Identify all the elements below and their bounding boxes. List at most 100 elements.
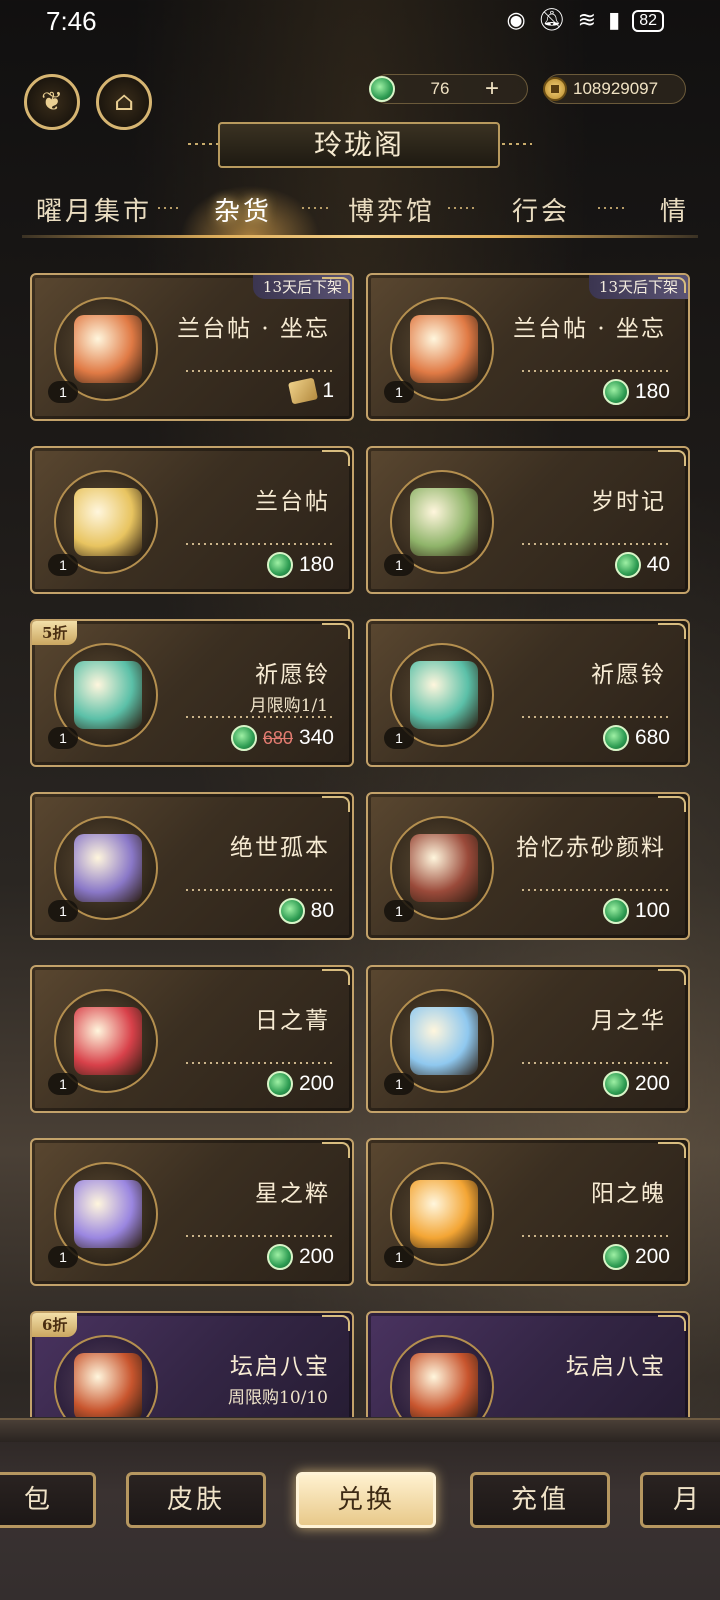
item-image [410,488,478,556]
mute-bell-icon: 🔕︎ [537,8,566,33]
bottom-tab-recharge[interactable]: 充值 [470,1472,610,1528]
item-price: 1 [288,377,334,405]
item-quantity: 1 [48,1246,78,1268]
title-ornament-right [502,143,532,145]
shop-item-card[interactable]: 1 祈愿铃 680 [366,619,690,767]
pavilion-button[interactable]: ⌂ [96,74,152,130]
shop-item-card[interactable]: 1 月之华 200 [366,965,690,1113]
shop-item-card[interactable]: 1 拾忆赤砂颜料 100 [366,792,690,940]
bottom-tab-skins[interactable]: 皮肤 [126,1472,266,1528]
shop-item-card[interactable]: 1 兰台帖 · 坐忘 13天后下架 180 [366,273,690,421]
item-image [74,315,142,383]
item-quantity: 1 [48,900,78,922]
bottom-nav: 包 皮肤 兑换 充值 月 [0,1418,720,1600]
item-image [410,661,478,729]
item-price: 680 340 [230,725,334,751]
item-quantity: 1 [384,727,414,749]
leaf-icon: ❦ [41,87,63,117]
item-price: 180 [602,379,670,405]
tab-game-hall[interactable]: 博弈馆 [348,191,435,228]
price-value: 100 [634,899,670,922]
tab-separator [598,207,626,209]
item-image [410,1007,478,1075]
price-divider [186,370,336,372]
original-price: 680 [262,727,293,748]
tab-separator [302,207,328,209]
item-price: 40 [614,552,670,578]
status-time: 7:46 [46,6,97,36]
jade-icon [369,76,395,102]
jade-icon [230,725,257,751]
item-image [74,488,142,556]
jade-icon [602,1244,629,1270]
shop-item-card[interactable]: 1坛启八宝 [366,1311,690,1417]
shop-item-card[interactable]: 1 兰台帖 · 坐忘 13天后下架 1 [30,273,354,421]
item-name: 坛启八宝 [230,1354,330,1380]
item-price: 100 [602,898,670,924]
shop-item-card[interactable]: 1 阳之魄 200 [366,1138,690,1286]
price-divider [522,716,672,718]
item-price: 200 [602,1244,670,1270]
item-quantity: 1 [48,727,78,749]
item-image [410,1353,478,1417]
status-icons: ◉ 🔕︎ ≋ ▮ 82 [507,8,664,33]
jade-icon [602,725,629,751]
price-divider [186,716,336,718]
bottom-tab-exchange[interactable]: 兑换 [296,1472,436,1528]
item-quantity: 1 [384,900,414,922]
jade-icon [266,1071,293,1097]
tab-groceries[interactable]: 杂货 [214,191,272,228]
shop-item-card[interactable]: 1 兰台帖 180 [30,446,354,594]
shop-item-card[interactable]: 1 绝世孤本 80 [30,792,354,940]
add-jade-button[interactable]: + [485,75,499,103]
price-value: 200 [298,1072,334,1095]
item-name: 星之粹 [255,1181,330,1207]
tab-yueyue-market[interactable]: 曜月集市 [36,191,152,228]
item-name: 绝世孤本 [230,835,330,861]
shop-item-card[interactable]: 1 星之粹 200 [30,1138,354,1286]
price-divider [186,1235,336,1237]
item-name: 拾忆赤砂颜料 [516,835,666,861]
item-image [74,1353,142,1417]
delist-ribbon: 13天后下架 [588,275,688,299]
shop-item-card[interactable]: 1 祈愿铃月限购1/1 5折 680 340 [30,619,354,767]
item-price: 200 [266,1071,334,1097]
item-price: 200 [602,1071,670,1097]
shop-item-card[interactable]: 1 日之菁 200 [30,965,354,1113]
item-name: 阳之魄 [591,1181,666,1207]
wifi-icon: ≋ [577,8,597,33]
price-value: 80 [310,899,334,922]
page-title: 玲珑阁 [218,122,500,168]
purchase-limit: 月限购1/1 [249,696,328,716]
price-divider [186,1062,336,1064]
price-value: 1 [322,379,334,402]
jade-icon [278,898,305,924]
jade-icon [602,898,629,924]
price-divider [522,543,672,545]
bottom-tab-monthly[interactable]: 月 [640,1472,720,1528]
price-value: 200 [298,1245,334,1268]
item-quantity: 1 [48,554,78,576]
item-name: 祈愿铃 [255,662,330,688]
bottom-tab-bag[interactable]: 包 [0,1472,96,1528]
shop-item-card[interactable]: 1坛启八宝周限购10/106折 [30,1311,354,1417]
leaf-menu-button[interactable]: ❦ [24,74,80,130]
jade-icon [602,379,629,405]
tab-underline [22,235,698,238]
price-value: 180 [298,553,334,576]
bottom-rail [0,1420,720,1442]
price-value: 200 [634,1072,670,1095]
price-value: 40 [646,553,670,576]
alert-icon: ▮ [608,8,621,33]
shop-item-card[interactable]: 1 岁时记 40 [366,446,690,594]
coin-currency: 108929097 [543,74,686,104]
price-divider [522,889,672,891]
jade-icon [266,1244,293,1270]
item-quantity: 1 [384,1073,414,1095]
tab-guild[interactable]: 行会 [512,191,570,228]
price-value: 680 [634,726,670,749]
discount-badge: 5折 [32,621,78,645]
status-bar: 7:46 ◉ 🔕︎ ≋ ▮ 82 [0,0,720,44]
tab-more[interactable]: 情 [660,191,689,228]
eye-icon: ◉ [506,8,526,33]
